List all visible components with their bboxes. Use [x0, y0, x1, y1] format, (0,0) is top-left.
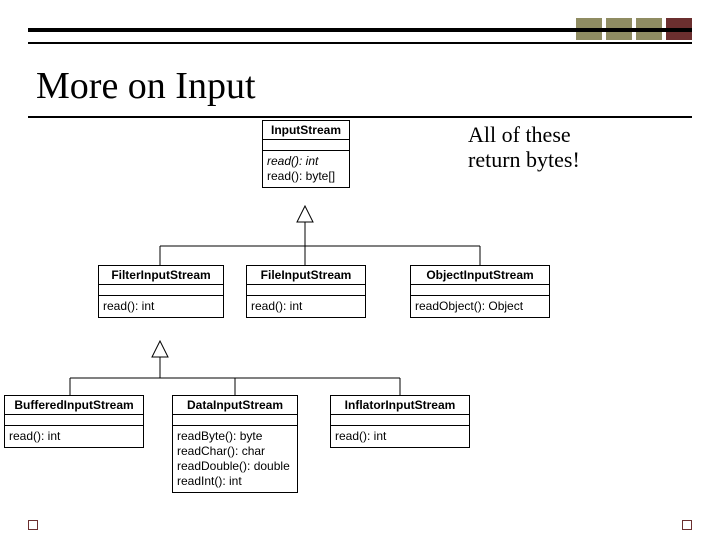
class-operations: read(): int — [331, 426, 469, 447]
class-BufferedInputStream: BufferedInputStream read(): int — [4, 395, 144, 448]
class-operations: read(): int — [247, 296, 365, 317]
operation: readDouble(): double — [177, 459, 293, 474]
operation: read(): int — [9, 429, 139, 444]
class-InflatorInputStream: InflatorInputStream read(): int — [330, 395, 470, 448]
class-operations: readObject(): Object — [411, 296, 549, 317]
class-attributes — [411, 285, 549, 296]
class-name-label: FileInputStream — [247, 266, 365, 285]
operation: read(): byte[] — [267, 169, 345, 184]
class-operations: read(): int read(): byte[] — [263, 151, 349, 187]
class-name-label: FilterInputStream — [99, 266, 223, 285]
class-name-label: BufferedInputStream — [5, 396, 143, 415]
uml-class-diagram: InputStream read(): int read(): byte[] F… — [0, 0, 720, 540]
class-operations: read(): int — [5, 426, 143, 447]
class-attributes — [263, 140, 349, 151]
class-ObjectInputStream: ObjectInputStream readObject(): Object — [410, 265, 550, 318]
class-FileInputStream: FileInputStream read(): int — [246, 265, 366, 318]
class-operations: read(): int — [99, 296, 223, 317]
class-InputStream: InputStream read(): int read(): byte[] — [262, 120, 350, 188]
class-attributes — [247, 285, 365, 296]
class-attributes — [331, 415, 469, 426]
class-attributes — [173, 415, 297, 426]
class-operations: readByte(): byte readChar(): char readDo… — [173, 426, 297, 492]
operation: readByte(): byte — [177, 429, 293, 444]
operation: read(): int — [103, 299, 219, 314]
operation: read(): int — [335, 429, 465, 444]
operation: readInt(): int — [177, 474, 293, 489]
class-name-label: ObjectInputStream — [411, 266, 549, 285]
operation: read(): int — [251, 299, 361, 314]
operation: readChar(): char — [177, 444, 293, 459]
class-FilterInputStream: FilterInputStream read(): int — [98, 265, 224, 318]
class-name-label: InputStream — [263, 121, 349, 140]
class-name-label: DataInputStream — [173, 396, 297, 415]
class-attributes — [99, 285, 223, 296]
operation: read(): int — [267, 154, 345, 169]
operation: readObject(): Object — [415, 299, 545, 314]
class-name-label: InflatorInputStream — [331, 396, 469, 415]
class-DataInputStream: DataInputStream readByte(): byte readCha… — [172, 395, 298, 493]
class-attributes — [5, 415, 143, 426]
